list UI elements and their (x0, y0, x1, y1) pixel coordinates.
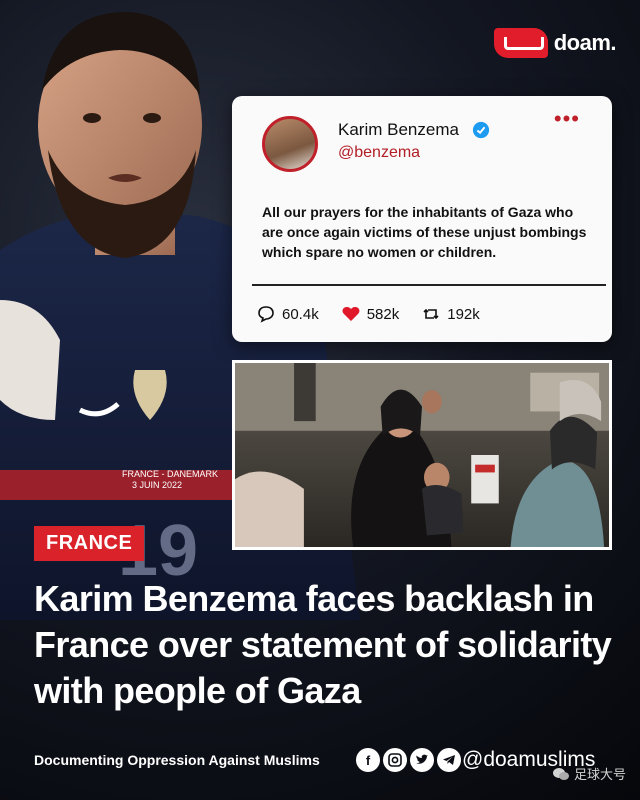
tweet-card: Karim Benzema @benzema ••• All our praye… (232, 96, 612, 342)
retweet-count: 192k (447, 305, 480, 323)
divider (252, 284, 606, 286)
reply-stat: 60.4k (256, 304, 319, 324)
heart-icon (342, 307, 360, 321)
reply-icon (258, 306, 274, 323)
headline: Karim Benzema faces backlash in France o… (34, 578, 612, 711)
facebook-icon[interactable]: f (356, 748, 380, 772)
tweet-author-name: Karim Benzema (338, 120, 459, 139)
category-tag: FRANCE (34, 526, 145, 561)
retweet-icon (423, 308, 439, 320)
tweet-text: All our prayers for the inhabitants of G… (262, 204, 587, 260)
tagline: Documenting Oppression Against Muslims (34, 752, 320, 768)
like-count: 582k (366, 305, 400, 323)
twitter-icon[interactable] (410, 748, 434, 772)
social-icons: f (356, 748, 461, 772)
avatar (262, 116, 318, 172)
jersey-text-line2: 3 JUIN 2022 (132, 480, 182, 490)
reply-count: 60.4k (282, 305, 319, 323)
watermark-text: 足球大号 (573, 767, 626, 782)
news-photo (232, 360, 612, 550)
post-graphic: FRANCE - DANEMARK 3 JUIN 2022 19 doam. K… (0, 0, 640, 800)
wechat-icon (552, 767, 569, 780)
brand-logo-text: doam. (553, 30, 617, 55)
brand-logo-icon (493, 28, 548, 58)
brand-logo: doam. (493, 28, 617, 58)
retweet-stat: 192k (421, 304, 480, 324)
verified-badge-icon (472, 121, 490, 139)
tweet-stats: 60.4k 582k 192k (256, 304, 502, 324)
telegram-icon[interactable] (437, 748, 461, 772)
watermark: 足球大号 (552, 764, 626, 783)
tweet-author-handle: @benzema (338, 144, 421, 161)
instagram-icon[interactable] (383, 748, 407, 772)
more-options-icon: ••• (553, 106, 580, 131)
like-stat: 582k (341, 304, 400, 324)
jersey-text-line1: FRANCE - DANEMARK (122, 469, 218, 479)
